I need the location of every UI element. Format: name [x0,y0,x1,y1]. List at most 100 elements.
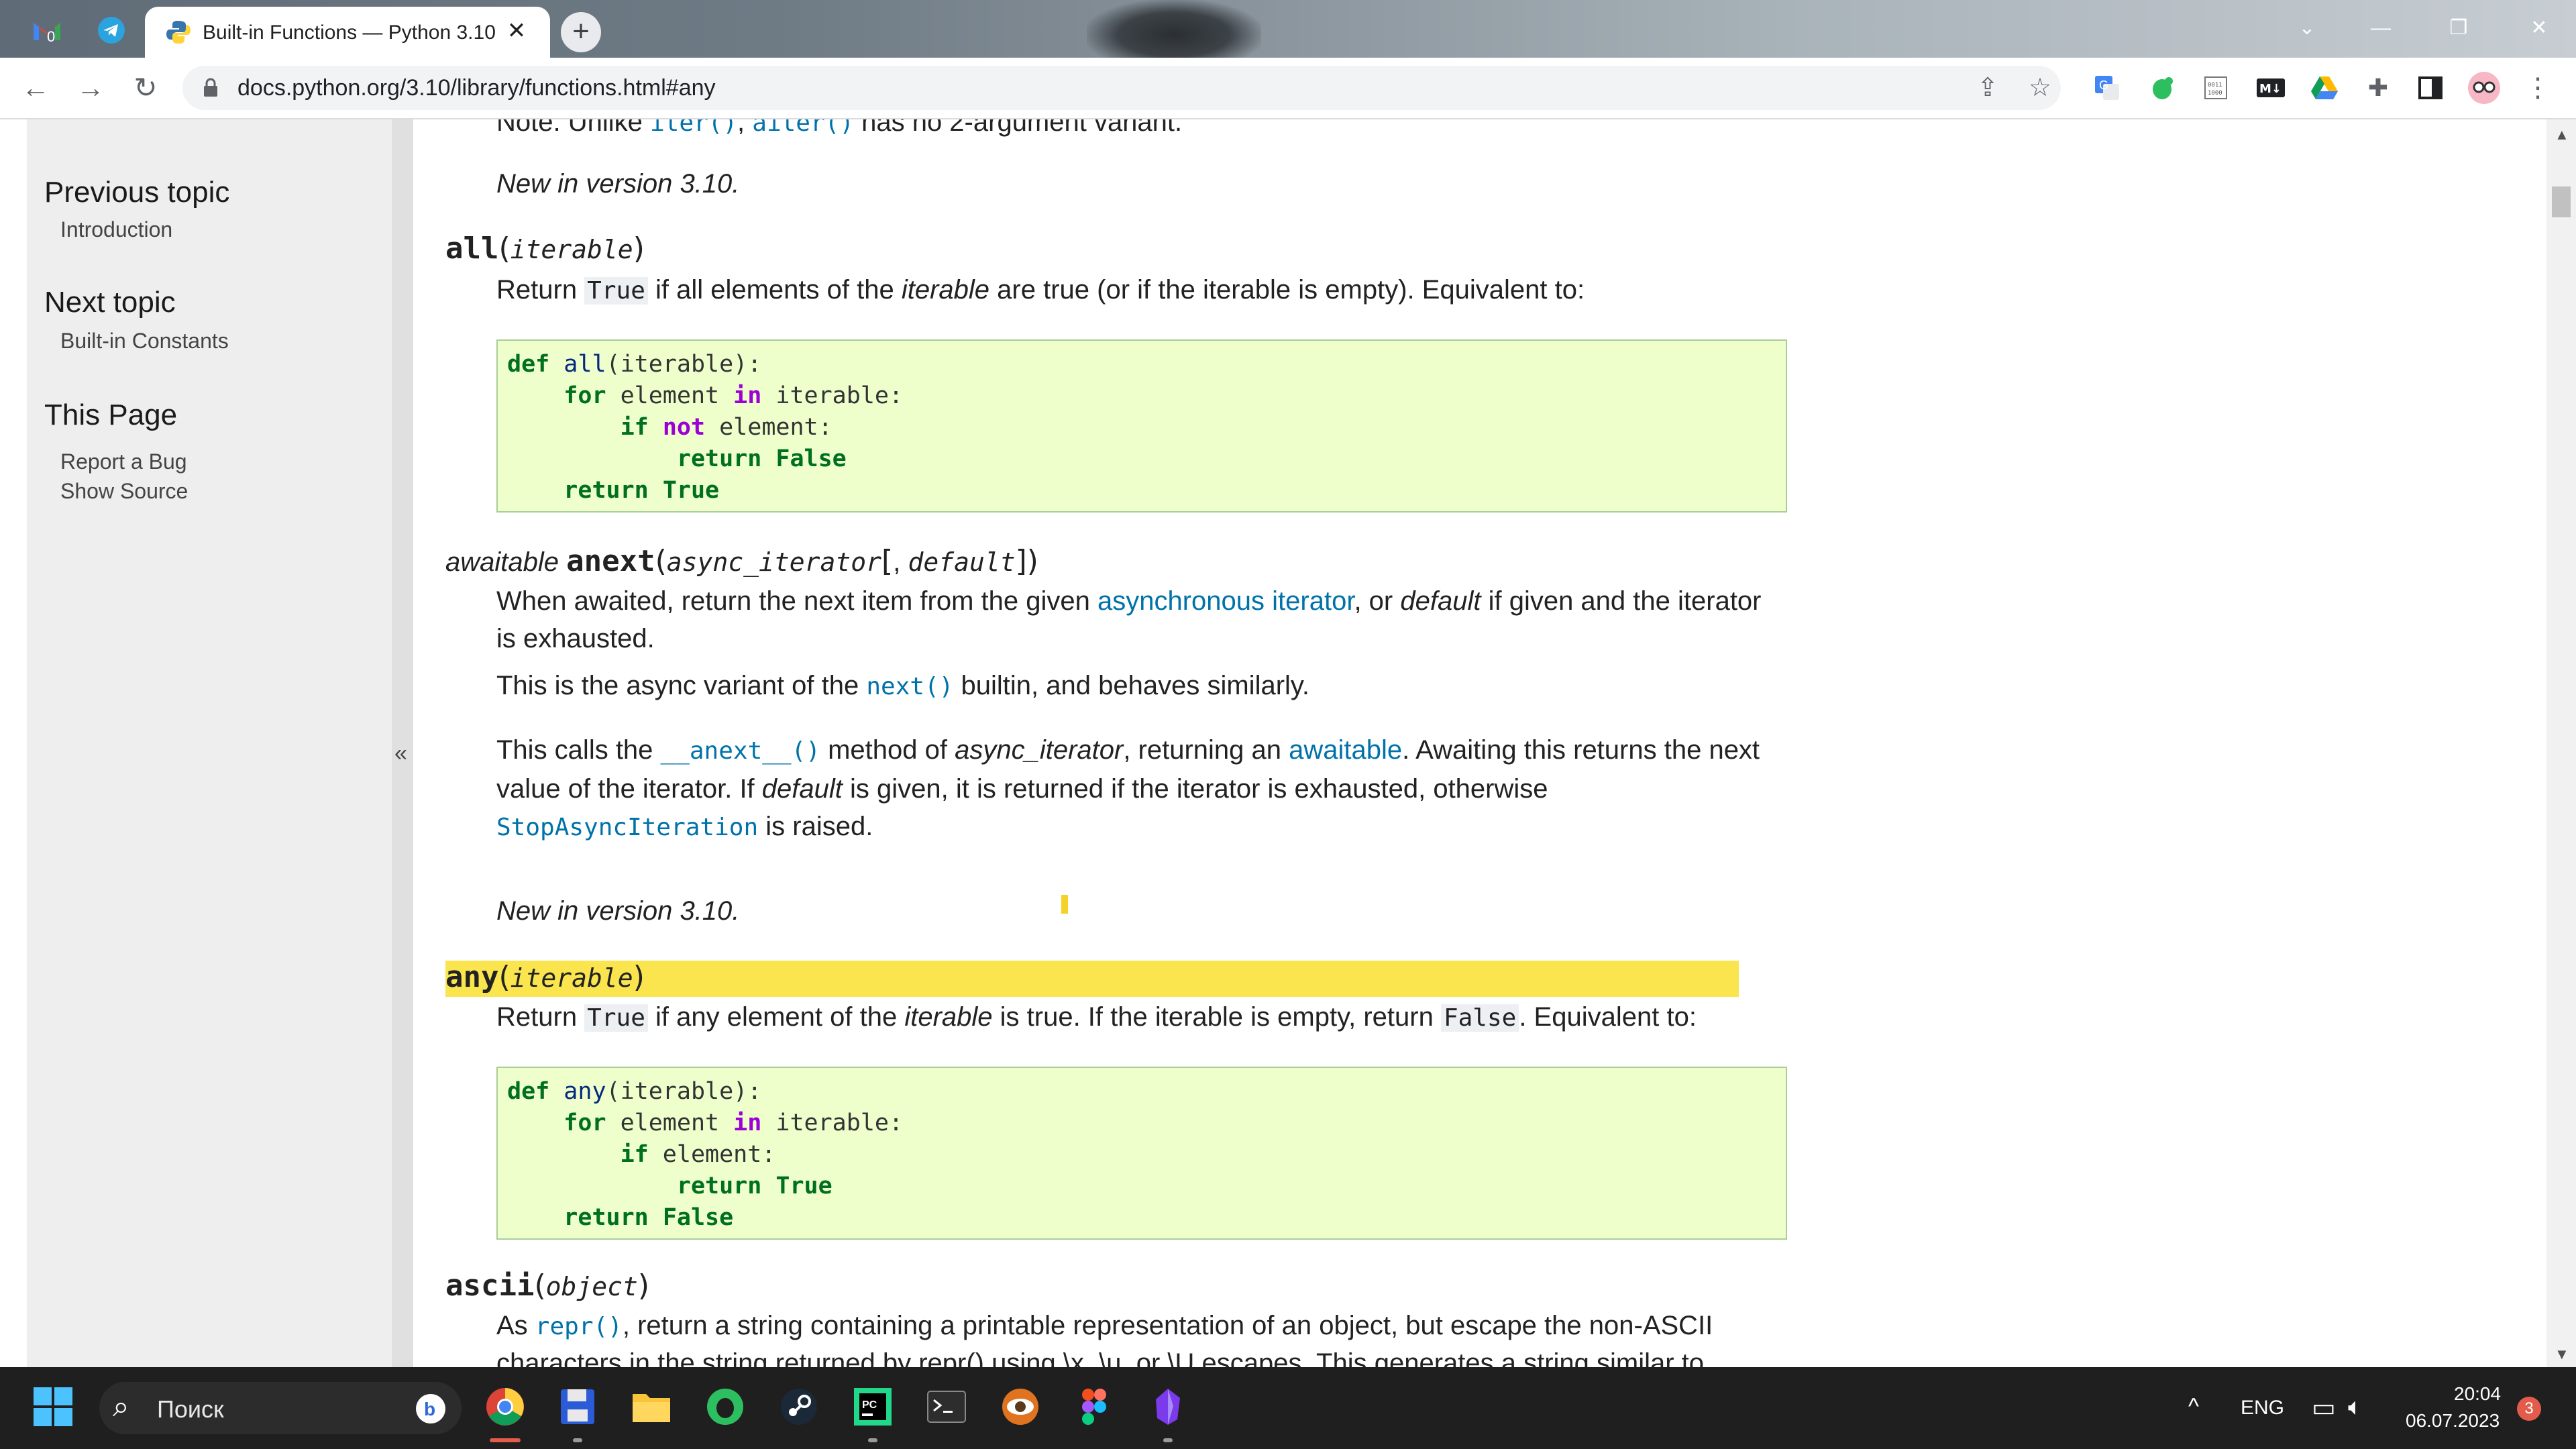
google-drive-icon[interactable] [2306,70,2343,106]
scroll-down-arrow-icon[interactable]: ▼ [2555,1346,2569,1363]
network-icon[interactable]: ▭ [2312,1393,2336,1423]
active-tab[interactable]: Built-in Functions — Python 3.10 ✕ [145,7,550,58]
stopasynciteration-link[interactable]: StopAsyncIteration [496,814,758,841]
obsidian-taskbar-icon[interactable] [1144,1383,1191,1430]
anext-paragraph-3: This calls the __anext__() method of asy… [496,735,1760,841]
tab-title: Built-in Functions — Python 3.10 [203,21,496,44]
taskbar-search[interactable]: ⌕ Поиск b [99,1382,462,1434]
language-indicator[interactable]: ENG [2241,1397,2284,1419]
file-explorer-icon[interactable] [628,1383,675,1430]
app-indicator [868,1438,877,1442]
report-bug-link[interactable]: Report a Bug [60,449,187,474]
svg-text:b: b [424,1399,435,1419]
extensions-puzzle-icon[interactable]: ✚ [2360,70,2396,106]
bing-icon[interactable]: b [415,1393,447,1425]
share-icon[interactable]: ⇪ [1972,72,2003,103]
telegram-icon [98,17,125,44]
back-arrow-icon[interactable]: ← [15,67,56,109]
all-signature[interactable]: all(iterable) [445,229,645,269]
save-app-taskbar-icon[interactable] [554,1383,601,1430]
windows-taskbar: ⌕ Поиск b PC ^ ENG ▭ 🔈︎ 20:04 06.07.2023… [0,1367,2576,1449]
evernote-extension-icon[interactable] [2144,70,2180,106]
windows-start-icon[interactable] [30,1383,76,1430]
tray-overflow-chevron-icon[interactable]: ^ [2188,1394,2199,1420]
repr-link[interactable]: repr() [535,1313,623,1340]
terminal-taskbar-icon[interactable] [923,1383,970,1430]
profile-avatar-icon[interactable] [2466,70,2502,106]
volume-icon[interactable]: 🔈︎ [2348,1393,2363,1421]
anext-paragraph-1: When awaited, return the next item from … [496,586,1762,653]
close-window-button[interactable]: ✕ [2509,8,2569,48]
steam-taskbar-icon[interactable] [775,1383,822,1430]
notification-badge[interactable]: 3 [2517,1397,2541,1421]
next-topic-heading: Next topic [44,286,176,319]
iter-link[interactable]: iter() [650,119,737,137]
chrome-taskbar-icon[interactable] [482,1383,529,1430]
asynchronous-iterator-link[interactable]: asynchronous iterator [1097,586,1354,616]
forward-arrow-icon[interactable]: → [70,67,111,109]
gmail-pinned-tab[interactable]: 0 [23,9,71,51]
app-indicator [573,1438,582,1442]
top-note: Note: Unlike iter(), aiter() has no 2-ar… [496,119,1784,142]
clock-time[interactable]: 20:04 [2454,1383,2501,1405]
tab-close-icon[interactable]: ✕ [502,16,531,46]
aiter-link[interactable]: aiter() [752,119,854,137]
minimize-button[interactable]: — [2351,8,2411,48]
version-note: New in version 3.10. [496,169,740,199]
clock-date[interactable]: 06.07.2023 [2406,1410,2500,1432]
any-code-block: def any(iterable): for element in iterab… [496,1067,1787,1240]
evernote-taskbar-icon[interactable] [702,1383,749,1430]
awaitable-link[interactable]: awaitable [1289,735,1402,765]
anext-signature[interactable]: awaitable anext(async_iterator[, default… [445,542,1038,582]
app-indicator [1163,1438,1173,1442]
previous-topic-heading: Previous topic [44,176,230,209]
sidebar-collapse-button[interactable]: « [392,119,413,1367]
browser-title-bar: 0 Built-in Functions — Python 3.10 ✕ + ⌄… [0,0,2576,58]
markdown-extension-icon[interactable]: M↓ [2253,70,2289,106]
telegram-pinned-tab[interactable] [87,9,136,51]
search-icon: ⌕ [113,1390,129,1423]
scroll-thumb[interactable] [2552,186,2571,217]
browser-toolbar: ← → ↻ docs.python.org/3.10/library/funct… [0,58,2576,119]
python-favicon-icon [166,21,191,44]
google-translate-icon[interactable]: G [2089,70,2125,106]
next-topic-link[interactable]: Built-in Constants [60,329,229,354]
svg-text:M↓: M↓ [2259,82,2282,96]
this-page-heading: This Page [44,398,178,431]
scroll-up-arrow-icon[interactable]: ▲ [2555,126,2569,144]
any-description: Return True if any element of the iterab… [496,1002,1697,1032]
lock-icon[interactable] [203,78,219,98]
figma-taskbar-icon[interactable] [1071,1383,1118,1430]
next-link[interactable]: next() [866,673,953,700]
ascii-signature[interactable]: ascii(object) [445,1267,649,1306]
new-tab-button[interactable]: + [561,12,601,52]
reload-icon[interactable]: ↻ [125,67,166,109]
binary-extension-icon[interactable]: 0011 1000 [2198,70,2234,106]
page-scrollbar[interactable]: ▲ ▼ [2546,119,2576,1367]
tab-search-chevron-icon[interactable]: ⌄ [2277,8,2337,48]
anext-method-link[interactable]: __anext__() [661,737,820,765]
version-note-2: New in version 3.10. [496,896,740,926]
restore-button[interactable]: ❐ [2428,8,2489,48]
address-bar[interactable]: docs.python.org/3.10/library/functions.h… [182,66,2061,110]
svg-text:PC: PC [862,1399,877,1411]
sidebar: Previous topic Introduction Next topic B… [27,119,392,1367]
all-description: Return True if all elements of the itera… [496,275,1585,305]
any-signature[interactable]: any(iterable) [445,958,645,998]
theme-artwork [1087,0,1261,58]
show-source-link[interactable]: Show Source [60,479,188,504]
side-panel-icon[interactable] [2412,70,2449,106]
browser-menu-icon[interactable]: ⋮ [2520,70,2556,106]
url-text[interactable]: docs.python.org/3.10/library/functions.h… [237,75,716,101]
all-code-block: def all(iterable): for element in iterab… [496,339,1787,513]
bookmark-star-icon[interactable]: ☆ [2025,72,2055,103]
pycharm-taskbar-icon[interactable]: PC [849,1383,896,1430]
text-cursor-icon [1061,895,1068,914]
previous-topic-link[interactable]: Introduction [60,217,172,242]
chrome-active-indicator [490,1438,521,1442]
eye-app-taskbar-icon[interactable] [997,1383,1044,1430]
page-viewport: Previous topic Introduction Next topic B… [0,119,2576,1367]
documentation-body: Note: Unlike iter(), aiter() has no 2-ar… [413,119,1849,1367]
collapse-chevron-icon: « [394,741,407,766]
svg-text:G: G [2099,78,2108,92]
